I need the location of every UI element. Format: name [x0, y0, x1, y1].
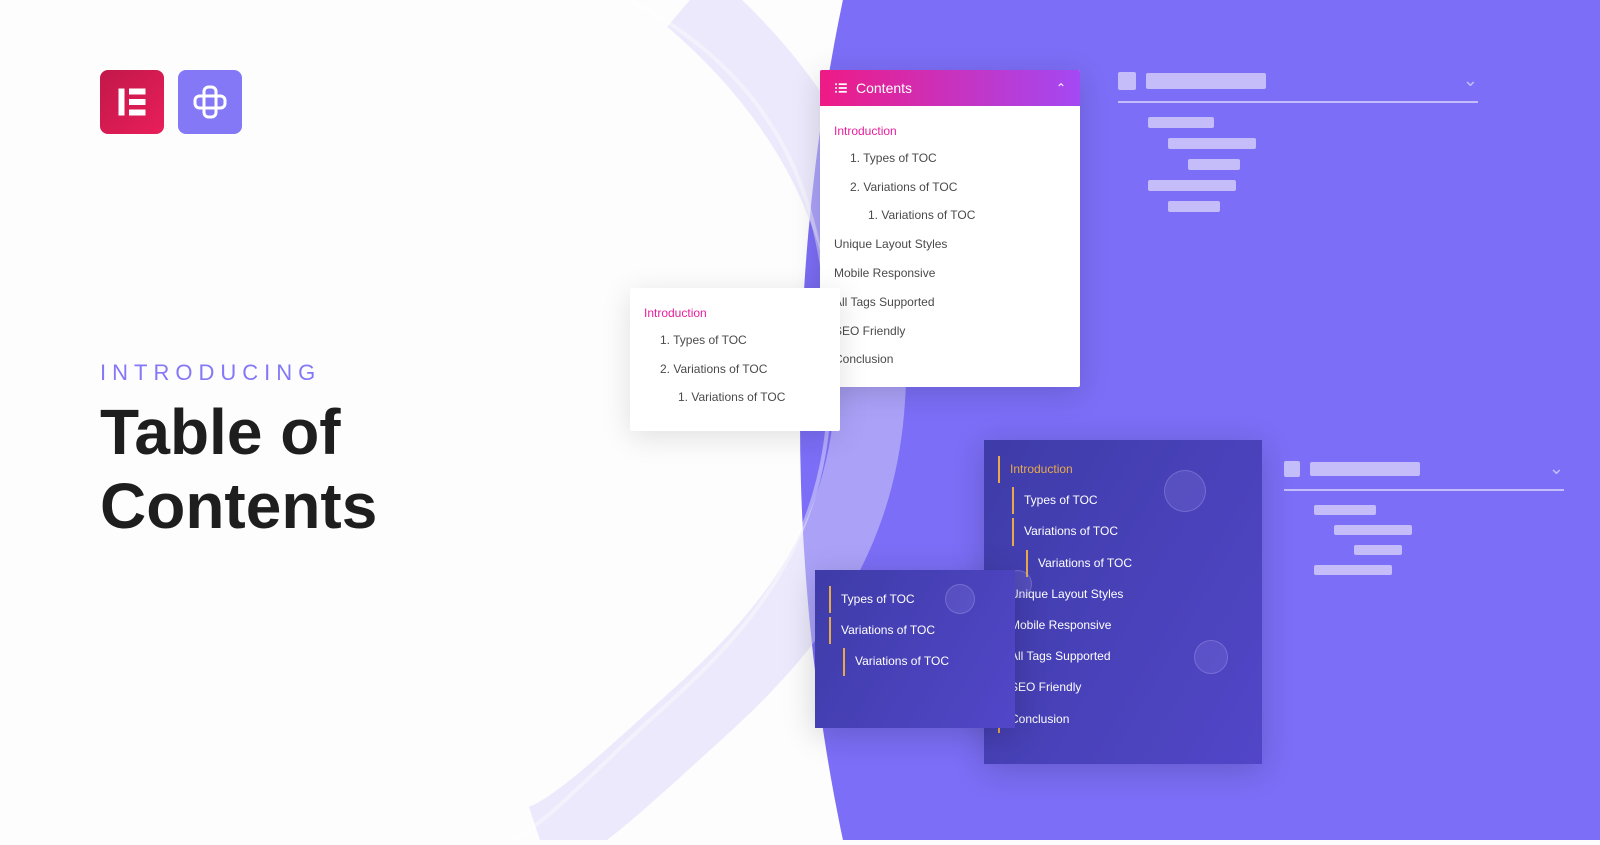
- toc-item[interactable]: Conclusion: [998, 706, 1248, 733]
- toc-item[interactable]: All Tags Supported: [834, 291, 1066, 314]
- toc-item[interactable]: SEO Friendly: [834, 320, 1066, 343]
- toc-item[interactable]: SEO Friendly: [998, 674, 1248, 701]
- toc-item[interactable]: 1. Variations of TOC: [660, 386, 826, 409]
- toc-item[interactable]: Introduction: [998, 456, 1248, 483]
- hero-kicker: INTRODUCING: [100, 360, 377, 386]
- toc-item[interactable]: Introduction: [644, 302, 826, 325]
- hero-title: Table of Contents: [100, 396, 377, 543]
- toc-body: Introduction 1. Types of TOC 2. Variatio…: [820, 106, 1080, 387]
- toc-item[interactable]: Unique Layout Styles: [834, 233, 1066, 256]
- toc-item[interactable]: Types of TOC: [829, 586, 1001, 613]
- toc-item[interactable]: Unique Layout Styles: [998, 581, 1248, 608]
- chevron-down-icon: ⌄: [1463, 70, 1478, 91]
- toc-item[interactable]: Variations of TOC: [829, 617, 1001, 644]
- toc-item[interactable]: 2. Variations of TOC: [850, 176, 1066, 199]
- toc-item[interactable]: 1. Types of TOC: [660, 329, 826, 352]
- decor-bubble: [945, 584, 975, 614]
- toc-header-bar[interactable]: Contents ⌃: [820, 70, 1080, 106]
- toc-item[interactable]: Types of TOC: [1012, 487, 1248, 514]
- toc-widget-white-main: Contents ⌃ Introduction 1. Types of TOC …: [820, 70, 1080, 387]
- wireframe-toc-2: ⌄: [1284, 458, 1564, 585]
- decor-bubble: [1164, 470, 1206, 512]
- plus-logo-icon: [178, 70, 242, 134]
- toc-widget-dark-small: Types of TOC Variations of TOC Variation…: [815, 570, 1015, 728]
- decor-bubble: [1194, 640, 1228, 674]
- chevron-down-icon: ⌄: [1549, 458, 1564, 479]
- list-icon: [834, 81, 848, 95]
- toc-widget-white-small: Introduction 1. Types of TOC 2. Variatio…: [630, 288, 840, 431]
- toc-item[interactable]: Mobile Responsive: [998, 612, 1248, 639]
- toc-item[interactable]: Variations of TOC: [843, 648, 1001, 675]
- toc-item[interactable]: Mobile Responsive: [834, 262, 1066, 285]
- toc-item[interactable]: Variations of TOC: [1026, 550, 1248, 577]
- toc-item[interactable]: 1. Types of TOC: [850, 147, 1066, 170]
- elementor-logo-icon: [100, 70, 164, 134]
- chevron-up-icon: ⌃: [1056, 81, 1066, 95]
- hero-text: INTRODUCING Table of Contents: [100, 360, 377, 543]
- toc-item[interactable]: 2. Variations of TOC: [660, 358, 826, 381]
- toc-widget-dark-main: Introduction Types of TOC Variations of …: [984, 440, 1262, 764]
- toc-item[interactable]: Introduction: [834, 120, 1066, 143]
- toc-header-label: Contents: [856, 80, 912, 96]
- wireframe-toc-1: ⌄: [1118, 70, 1478, 222]
- toc-item[interactable]: Conclusion: [834, 348, 1066, 371]
- logo-row: [100, 70, 242, 134]
- toc-item[interactable]: 1. Variations of TOC: [850, 204, 1066, 227]
- toc-item[interactable]: Variations of TOC: [1012, 518, 1248, 545]
